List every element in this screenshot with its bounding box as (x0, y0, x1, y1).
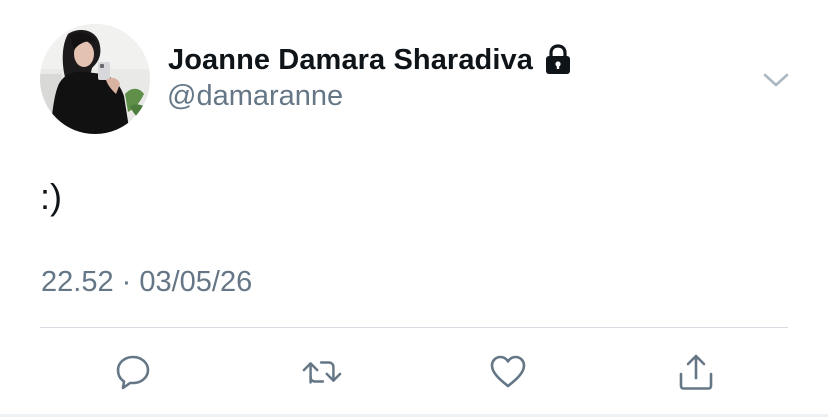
display-name[interactable]: Joanne Damara Sharadiva (168, 44, 533, 77)
retweet-button[interactable] (302, 352, 342, 392)
reply-icon (116, 355, 150, 390)
avatar-photo (40, 24, 150, 134)
lock-icon (545, 44, 570, 74)
divider (40, 327, 788, 328)
display-name-row[interactable]: Joanne Damara Sharadiva (168, 40, 573, 80)
heart-icon (490, 355, 526, 388)
tweet-timestamp[interactable]: 22.52 · 03/05/26 (41, 266, 252, 299)
user-handle[interactable]: @damaranne (167, 80, 343, 113)
share-icon (679, 354, 713, 390)
share-button[interactable] (676, 352, 716, 392)
like-button[interactable] (488, 352, 528, 392)
chevron-down-icon[interactable] (760, 66, 792, 94)
retweet-icon (302, 361, 342, 384)
avatar[interactable] (40, 24, 150, 134)
reply-button[interactable] (113, 352, 153, 392)
tweet-text: :) (40, 176, 62, 217)
